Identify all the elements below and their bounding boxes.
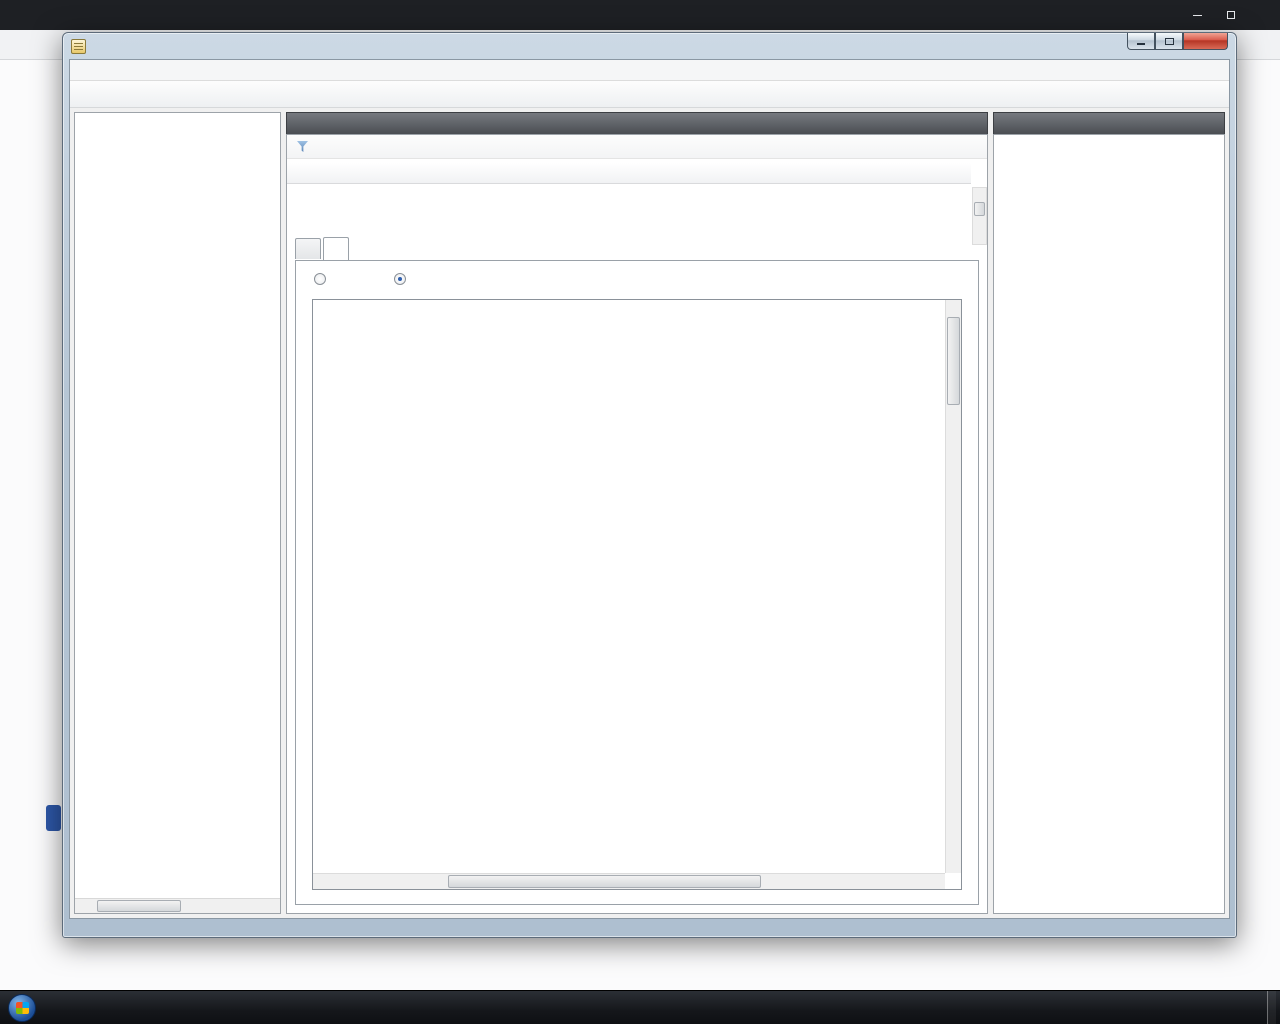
scrollbar-track[interactable] — [328, 874, 930, 889]
filter-funnel-icon — [297, 141, 308, 152]
radio-circle-checked-icon — [394, 273, 406, 285]
actions-list — [993, 134, 1225, 914]
maximize-icon — [1227, 11, 1235, 19]
actions-header — [993, 112, 1225, 134]
tab-general[interactable] — [295, 238, 321, 259]
xml-view-box[interactable] — [312, 299, 962, 890]
xml-view-radio[interactable] — [394, 273, 412, 285]
view-mode-radios — [296, 261, 978, 287]
menu-bar — [70, 60, 1229, 81]
scrollbar-track[interactable] — [973, 201, 986, 231]
preview-tabs — [287, 237, 987, 260]
window-body — [69, 59, 1230, 919]
filter-band[interactable] — [287, 135, 987, 159]
scrollbar-thumb[interactable] — [97, 900, 181, 912]
window-minimize-button[interactable] — [1127, 33, 1155, 50]
window-controls — [1127, 33, 1228, 50]
scrollbar-thumb[interactable] — [448, 875, 761, 888]
event-row[interactable] — [287, 184, 971, 203]
main-area — [70, 108, 1229, 918]
browser-minimize-button[interactable] — [1181, 0, 1214, 30]
center-pane — [286, 112, 988, 914]
actions-pane — [993, 112, 1225, 914]
minimize-icon — [1137, 43, 1145, 45]
start-button[interactable] — [8, 994, 36, 1022]
window-title-bar[interactable] — [63, 33, 1236, 59]
xml-horizontal-scrollbar[interactable] — [313, 873, 945, 889]
minimize-icon — [1193, 15, 1202, 16]
system-tray — [1233, 991, 1280, 1024]
screen — [0, 0, 1280, 1024]
event-viewer-window — [62, 32, 1237, 938]
console-tree — [75, 113, 280, 116]
preview-header — [287, 211, 987, 235]
new-tab-button[interactable] — [8, 0, 34, 30]
tab-details[interactable] — [323, 237, 349, 260]
grid-column-headers — [287, 163, 971, 184]
scrollbar-track[interactable] — [90, 899, 265, 913]
console-tree-panel — [74, 112, 281, 914]
window-maximize-button[interactable] — [1155, 33, 1183, 50]
window-close-button[interactable] — [1183, 33, 1228, 50]
friendly-view-radio[interactable] — [314, 273, 332, 285]
browser-close-button[interactable] — [1247, 0, 1280, 30]
windows-flag-icon — [16, 1002, 29, 1014]
toolbar — [70, 81, 1229, 108]
maximize-icon — [1165, 38, 1174, 45]
results-header — [286, 112, 988, 134]
xml-vertical-scrollbar[interactable] — [945, 300, 961, 873]
scrollbar-thumb[interactable] — [947, 317, 960, 405]
scrollbar-thumb[interactable] — [974, 202, 985, 216]
xml-content — [323, 308, 935, 865]
show-desktop-button[interactable] — [1267, 991, 1276, 1024]
event-viewer-app-icon — [71, 39, 86, 54]
events-grid — [287, 159, 987, 203]
radio-circle-icon — [314, 273, 326, 285]
details-tab-panel — [295, 260, 979, 905]
browser-window-controls — [1181, 0, 1280, 30]
results-body — [286, 134, 988, 914]
browser-maximize-button[interactable] — [1214, 0, 1247, 30]
browser-tab-bar — [0, 0, 1280, 30]
tree-horizontal-scrollbar[interactable] — [75, 898, 280, 913]
scrollbar-track[interactable] — [946, 315, 961, 858]
grid-vertical-scrollbar[interactable] — [972, 187, 987, 245]
page-side-button[interactable] — [46, 805, 61, 831]
taskbar — [0, 990, 1280, 1024]
